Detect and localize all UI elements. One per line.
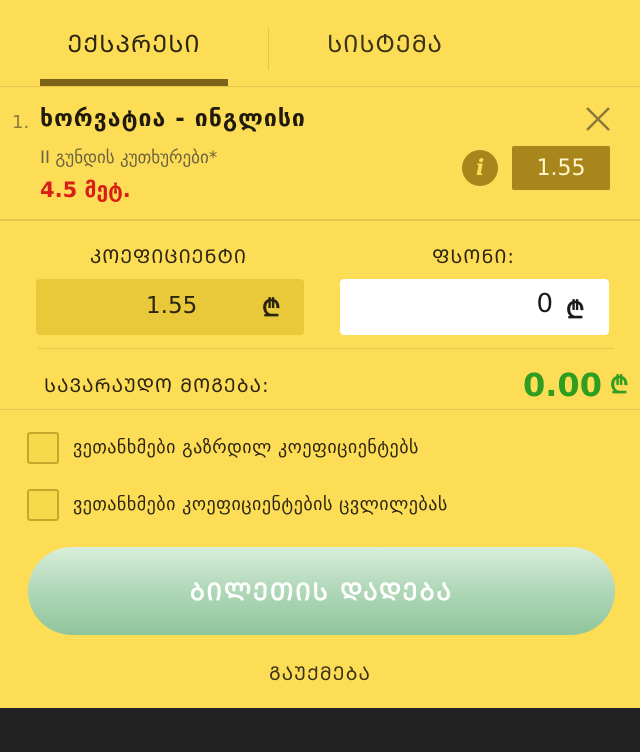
bet-title: ხორვატია - ინგლისი: [40, 106, 306, 132]
coefficient-field: 1.55 ₾: [36, 279, 304, 335]
coefficient-value: 1.55: [146, 293, 198, 319]
possible-win-value: 0.00: [523, 366, 602, 404]
info-icon[interactable]: i: [462, 150, 498, 186]
active-tab-indicator: [40, 79, 228, 86]
divider: [0, 409, 640, 410]
close-icon[interactable]: [582, 103, 614, 135]
accept-increased-odds-label[interactable]: ვეთანხმები გაზრდილ კოეფიციენტებს: [73, 437, 419, 458]
odd-badge: 1.55: [512, 146, 610, 190]
lari-icon: ₾: [610, 371, 629, 399]
tab-system[interactable]: ᲡᲘᲡᲢᲔᲛᲐ: [270, 0, 500, 86]
accept-odds-change-checkbox[interactable]: [27, 489, 59, 521]
coefficient-label: ᲙᲝᲔᲤᲘᲪᲘᲔᲜᲢᲘ: [90, 246, 248, 268]
accept-odds-change-label[interactable]: ვეთანხმები კოეფიციენტების ცვლილებას: [73, 494, 448, 515]
tab-express[interactable]: ᲔᲥᲡᲞᲠᲔᲡᲘ: [40, 0, 228, 86]
stake-input[interactable]: 0 ₾: [340, 279, 609, 335]
possible-win-label: ᲡᲐᲕᲐᲠᲐᲣᲓᲝ ᲛᲝᲒᲔᲑᲐ:: [44, 375, 270, 397]
tabbar-divider: [0, 86, 640, 87]
bet-market: II გუნდის კუთხურები*: [40, 148, 218, 168]
bottom-bar: [0, 708, 640, 752]
lari-icon: ₾: [566, 296, 585, 324]
tab-divider: [268, 28, 269, 70]
accept-increased-odds-checkbox[interactable]: [27, 432, 59, 464]
bet-index: 1.: [12, 112, 30, 133]
bet-pick: 4.5 მეტ.: [40, 178, 131, 202]
stake-value[interactable]: 0: [536, 289, 553, 319]
stake-label: ᲤᲡᲝᲜᲘ:: [432, 246, 515, 268]
divider: [0, 219, 640, 221]
cancel-button[interactable]: ᲒᲐᲣᲥᲛᲔᲑᲐ: [0, 660, 640, 686]
lari-icon: ₾: [262, 294, 281, 322]
divider: [38, 348, 614, 349]
place-bet-button[interactable]: ᲑᲘᲚᲔᲗᲘᲡ ᲓᲐᲓᲔᲑᲐ: [28, 547, 615, 635]
